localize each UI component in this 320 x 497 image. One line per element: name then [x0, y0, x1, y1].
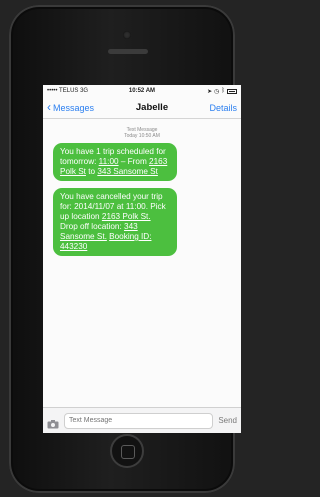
timestamp-time: Today 10:50 AM — [124, 133, 160, 139]
message-input[interactable] — [64, 412, 214, 429]
conversation-title: Jabelle — [135, 102, 169, 113]
compose-bar: Send — [43, 407, 241, 433]
back-label: Messages — [53, 102, 95, 113]
address-link[interactable]: 343 Sansome St — [97, 167, 158, 176]
address-link[interactable]: 2163 Polk St. — [102, 212, 151, 221]
message-bubble[interactable]: You have 1 trip scheduled for tomorrow: … — [53, 143, 177, 181]
details-button[interactable]: Details — [187, 103, 237, 113]
home-button[interactable] — [110, 434, 144, 468]
location-icon: ➤ — [207, 88, 213, 95]
back-button[interactable]: ‹ Messages — [47, 100, 117, 114]
status-bar: ••••• TELUS 3G 10:52 AM ➤ ◷ ᛒ — [43, 85, 241, 97]
send-button[interactable]: Send — [218, 416, 237, 425]
time-link[interactable]: 11:00 — [99, 157, 119, 166]
bluetooth-icon: ᛒ — [221, 88, 225, 94]
phone-frame: ••••• TELUS 3G 10:52 AM ➤ ◷ ᛒ ‹ Messages… — [9, 5, 241, 493]
camera-icon[interactable] — [47, 416, 59, 429]
status-time: 10:52 AM — [128, 88, 156, 94]
alarm-icon: ◷ — [214, 88, 220, 95]
home-square-icon — [121, 445, 135, 459]
carrier-label: ••••• TELUS 3G — [47, 88, 89, 94]
earpiece-speaker — [108, 49, 148, 54]
phone-screen: ••••• TELUS 3G 10:52 AM ➤ ◷ ᛒ ‹ Messages… — [43, 85, 241, 433]
nav-bar: ‹ Messages Jabelle Details — [43, 97, 241, 119]
front-camera — [123, 31, 131, 39]
message-bubble[interactable]: You have cancelled your trip for: 2014/1… — [53, 188, 177, 256]
message-timestamp: Text Message Today 10:50 AM — [43, 127, 241, 139]
battery-icon — [226, 88, 237, 94]
chevron-left-icon: ‹ — [47, 100, 51, 114]
